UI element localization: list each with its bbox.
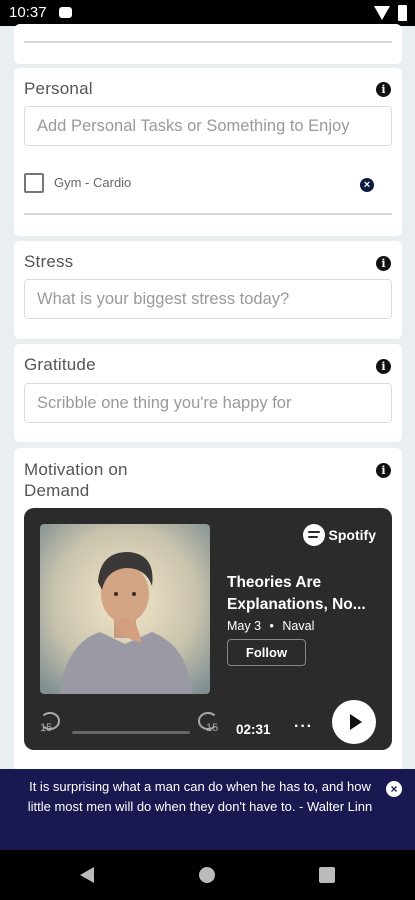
info-icon[interactable]: i bbox=[376, 256, 391, 271]
episode-title[interactable]: Theories Are Explanations, No... bbox=[227, 572, 382, 616]
gratitude-card: Gratitude i bbox=[14, 344, 402, 442]
more-options-button[interactable]: ··· bbox=[294, 718, 313, 736]
skip-back-button[interactable]: 15 bbox=[40, 712, 60, 734]
status-time: 10:37 bbox=[9, 4, 47, 21]
divider bbox=[24, 41, 392, 43]
wifi-icon bbox=[374, 6, 390, 20]
episode-date: May 3 bbox=[227, 619, 262, 633]
home-icon[interactable] bbox=[199, 867, 215, 883]
spotify-logo[interactable]: Spotify bbox=[302, 524, 376, 546]
skip-forward-label: 15 bbox=[206, 722, 219, 734]
stress-input[interactable] bbox=[25, 280, 391, 318]
task-label: Gym - Cardio bbox=[54, 175, 132, 190]
status-bar: 10:37 bbox=[0, 0, 415, 26]
back-icon[interactable] bbox=[80, 867, 94, 883]
skip-forward-button[interactable]: 15 bbox=[198, 712, 218, 734]
divider bbox=[24, 213, 392, 215]
meta-separator: • bbox=[269, 619, 274, 633]
info-icon[interactable]: i bbox=[376, 463, 391, 478]
quote-banner: It is surprising what a man can do when … bbox=[0, 769, 415, 850]
gratitude-input[interactable] bbox=[25, 384, 391, 422]
stress-title: Stress bbox=[24, 252, 74, 271]
gratitude-input-wrapper bbox=[24, 383, 392, 423]
quote-text: It is surprising what a man can do when … bbox=[27, 779, 373, 814]
episode-title-line2: Explanations, No... bbox=[227, 596, 366, 613]
motivation-title-line1: Motivation on bbox=[24, 460, 128, 479]
spotify-player: Spotify Theories Are Explanations, No...… bbox=[24, 508, 392, 750]
playback-progress-bar[interactable] bbox=[72, 731, 190, 734]
spotify-icon bbox=[302, 524, 325, 546]
task-checkbox[interactable] bbox=[24, 173, 44, 193]
play-button[interactable] bbox=[332, 700, 376, 744]
system-navigation-bar bbox=[0, 850, 415, 900]
task-item: Gym - Cardio × bbox=[24, 172, 374, 196]
podcast-cover-image[interactable] bbox=[40, 524, 210, 694]
personal-task-input[interactable] bbox=[25, 107, 391, 145]
personal-title: Personal bbox=[24, 79, 93, 98]
personal-card: Personal i bbox=[14, 68, 402, 236]
skip-back-label: 15 bbox=[40, 722, 53, 734]
personal-task-input-wrapper bbox=[24, 106, 392, 146]
info-icon[interactable]: i bbox=[376, 359, 391, 374]
episode-meta: May 3 • Naval bbox=[227, 619, 314, 633]
close-icon[interactable]: × bbox=[386, 781, 402, 797]
recents-icon[interactable] bbox=[319, 867, 335, 883]
podcast-cover-art bbox=[40, 524, 210, 694]
follow-button[interactable]: Follow bbox=[227, 639, 306, 666]
time-remaining: 02:31 bbox=[236, 722, 271, 737]
stress-input-wrapper bbox=[24, 279, 392, 319]
previous-card bbox=[14, 24, 402, 64]
info-icon[interactable]: i bbox=[376, 82, 391, 97]
battery-icon bbox=[398, 5, 407, 21]
motivation-title-line2: Demand bbox=[24, 481, 90, 500]
message-notification-icon bbox=[59, 7, 72, 18]
motivation-title: Motivation on Demand bbox=[24, 459, 128, 501]
episode-title-line1: Theories Are bbox=[227, 574, 322, 591]
gratitude-title: Gratitude bbox=[24, 355, 96, 374]
remove-task-icon[interactable]: × bbox=[360, 178, 374, 192]
spotify-brand: Spotify bbox=[328, 527, 376, 543]
stress-card: Stress i bbox=[14, 241, 402, 339]
show-name: Naval bbox=[282, 619, 315, 633]
